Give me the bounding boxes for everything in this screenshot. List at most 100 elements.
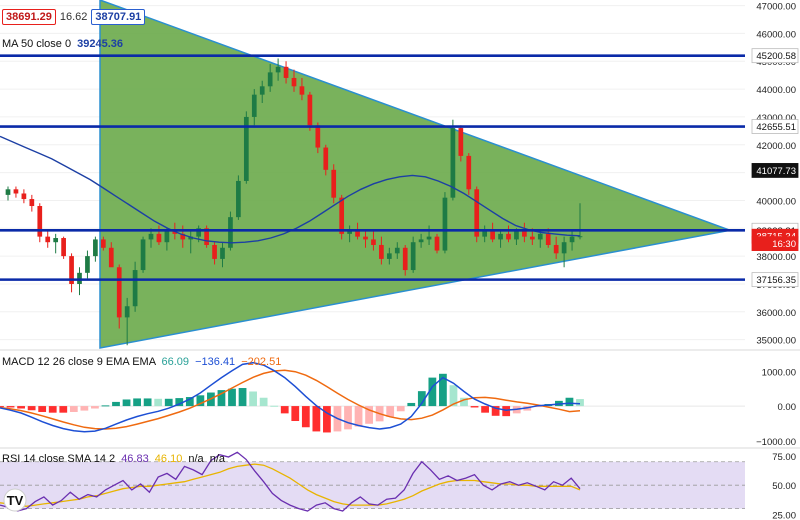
price-tag-label: 41077.73 bbox=[756, 166, 796, 177]
macd-histogram-bar bbox=[69, 406, 78, 412]
candle-body bbox=[116, 267, 122, 318]
candle-body bbox=[108, 247, 114, 268]
macd-histogram-bar bbox=[27, 406, 36, 411]
candle-body bbox=[275, 66, 281, 73]
candle-body bbox=[418, 239, 424, 243]
price-tick-label: 47000.00 bbox=[756, 2, 796, 13]
candle-body bbox=[371, 239, 376, 245]
macd-legend[interactable]: MACD 12 26 close 9 EMA EMA 66.09 −136.41… bbox=[2, 356, 281, 368]
price-tag-label: 45200.58 bbox=[756, 51, 796, 62]
rsi-legend-sma: 46.10 bbox=[154, 453, 183, 465]
price-header: 38691.29 16.62 38707.91 bbox=[2, 9, 146, 25]
macd-histogram-bar bbox=[48, 406, 57, 413]
macd-histogram-bar bbox=[38, 406, 47, 412]
candle-body bbox=[61, 238, 66, 257]
tradingview-logo[interactable]: TV bbox=[3, 488, 27, 512]
candle-body bbox=[561, 242, 567, 254]
macd-histogram-bar bbox=[280, 406, 289, 414]
macd-histogram-bar bbox=[323, 406, 331, 433]
macd-histogram-bar bbox=[6, 406, 15, 408]
candle-body bbox=[553, 244, 559, 254]
rsi-legend-na2: n/a bbox=[209, 453, 226, 465]
macd-histogram-bar bbox=[17, 406, 25, 409]
rsi-legend[interactable]: RSI 14 close SMA 14 2 46.83 46.10 n/a n/… bbox=[2, 453, 225, 465]
candle-body bbox=[85, 256, 90, 273]
rsi-tick-label: 75.00 bbox=[772, 452, 796, 463]
price-tick-label: 44000.00 bbox=[756, 85, 796, 96]
ask-box[interactable]: 38707.91 bbox=[91, 9, 146, 25]
candle-body bbox=[466, 155, 472, 190]
macd-tick-label: 0.00 bbox=[778, 402, 797, 413]
macd-legend-hist: 66.09 bbox=[161, 356, 190, 368]
candle-body bbox=[267, 72, 273, 87]
candle-body bbox=[442, 197, 448, 251]
candle-body bbox=[514, 231, 519, 240]
macd-histogram-bar bbox=[502, 406, 511, 417]
macd-histogram-bar bbox=[154, 398, 163, 407]
candle-body bbox=[53, 238, 59, 243]
candle-body bbox=[379, 244, 384, 259]
rsi-tick-label: 25.00 bbox=[772, 510, 796, 520]
candle-body bbox=[156, 233, 162, 243]
ma-legend-label: MA 50 close 0 bbox=[2, 38, 72, 50]
candle-body bbox=[529, 236, 535, 240]
candle-body bbox=[21, 193, 27, 200]
rsi-legend-label: RSI 14 close SMA 14 2 bbox=[2, 453, 116, 465]
macd-tick-label: −1000.00 bbox=[756, 437, 796, 448]
trading-chart: 35000.0036000.0037000.0038000.0039000.00… bbox=[0, 0, 800, 520]
candle-body bbox=[482, 231, 488, 237]
macd-histogram-bar bbox=[164, 398, 173, 407]
price-tick-label: 46000.00 bbox=[756, 29, 796, 40]
macd-histogram-bar bbox=[407, 402, 416, 407]
macd-histogram-bar bbox=[80, 406, 89, 411]
candle-body bbox=[140, 239, 146, 271]
macd-histogram-bar bbox=[59, 406, 68, 413]
candle-body bbox=[339, 197, 345, 234]
bid-box[interactable]: 38691.29 bbox=[2, 9, 56, 25]
macd-histogram-bar bbox=[259, 397, 268, 407]
macd-histogram-bar bbox=[344, 406, 352, 430]
rsi-tick-label: 50.00 bbox=[772, 481, 796, 492]
price-tick-label: 38000.00 bbox=[756, 252, 796, 263]
macd-histogram-bar bbox=[576, 399, 584, 407]
candle-body bbox=[434, 236, 440, 251]
candle-body bbox=[402, 247, 408, 271]
candle-body bbox=[29, 199, 35, 207]
macd-histogram-bar bbox=[133, 398, 141, 407]
macd-histogram-bar bbox=[122, 399, 131, 407]
spread-value: 16.62 bbox=[59, 11, 88, 23]
macd-histogram-bar bbox=[301, 406, 310, 428]
macd-histogram-bar bbox=[565, 397, 574, 407]
candle-body bbox=[506, 233, 511, 240]
price-tick-label: 42000.00 bbox=[756, 141, 796, 152]
macd-legend-signal: −202.51 bbox=[241, 356, 282, 368]
candle-body bbox=[426, 236, 432, 240]
candle-body bbox=[299, 86, 305, 95]
candle-body bbox=[315, 125, 321, 148]
candle-body bbox=[386, 253, 392, 259]
ma-legend-value: 39245.36 bbox=[77, 38, 124, 50]
candle-body bbox=[522, 231, 527, 237]
candle-body bbox=[323, 147, 329, 170]
macd-histogram-bar bbox=[238, 388, 247, 407]
candle-body bbox=[394, 247, 400, 254]
macd-histogram-bar bbox=[312, 406, 321, 432]
candle-body bbox=[5, 189, 11, 195]
candle-body bbox=[37, 206, 43, 237]
candle-body bbox=[164, 231, 170, 243]
macd-histogram-bar bbox=[291, 406, 300, 422]
price-tick-label: 36000.00 bbox=[756, 308, 796, 319]
candle-body bbox=[132, 270, 138, 307]
candle-body bbox=[45, 236, 51, 243]
macd-histogram-bar bbox=[143, 398, 152, 407]
macd-histogram-bar bbox=[396, 406, 405, 412]
candle-body bbox=[220, 247, 225, 259]
macd-histogram-bar bbox=[91, 406, 99, 409]
candle-body bbox=[537, 233, 543, 240]
candle-body bbox=[13, 189, 19, 194]
price-tick-label: 35000.00 bbox=[756, 336, 796, 347]
candle-body bbox=[212, 244, 217, 259]
ma-legend[interactable]: MA 50 close 0 39245.36 bbox=[2, 38, 123, 50]
candle-body bbox=[410, 242, 416, 271]
candle-body bbox=[545, 233, 551, 245]
